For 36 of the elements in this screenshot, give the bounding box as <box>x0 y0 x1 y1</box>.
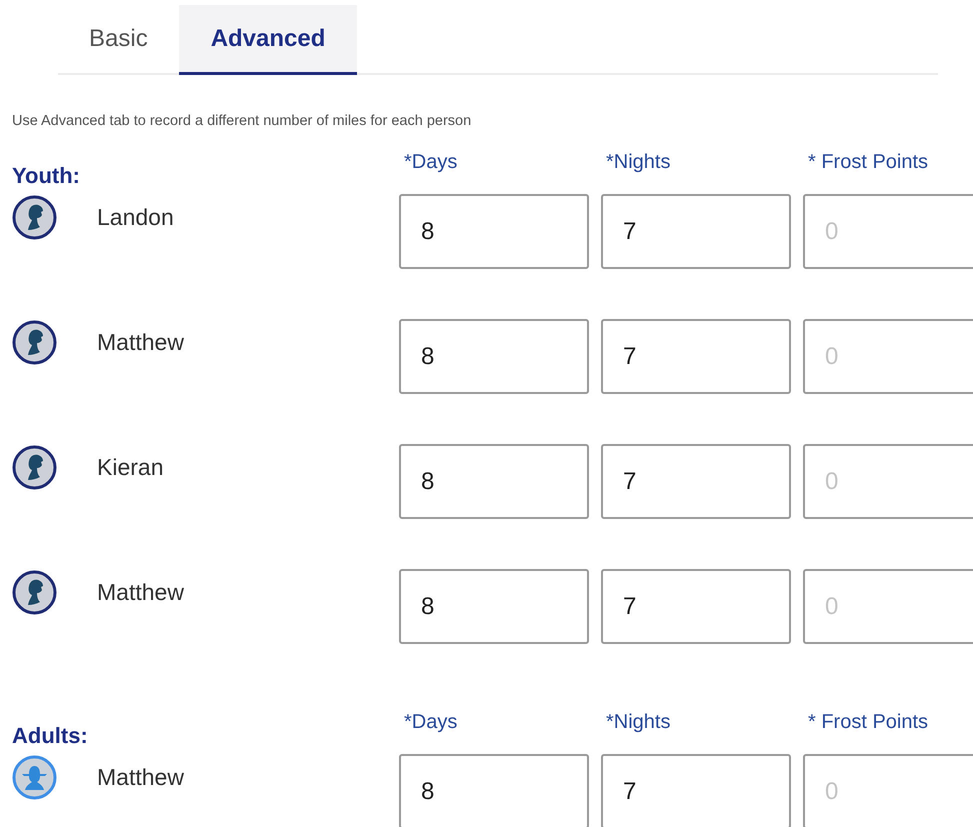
input-field[interactable]: 8 <box>399 444 589 519</box>
input-field[interactable]: 8 <box>399 194 589 269</box>
tab[interactable]: Basic <box>58 5 179 75</box>
person-name: Matthew <box>97 329 184 356</box>
input-field[interactable]: 0 <box>803 569 973 644</box>
input-field[interactable]: 7 <box>601 569 791 644</box>
input-field[interactable]: 0 <box>803 319 973 394</box>
input-field[interactable]: 7 <box>601 319 791 394</box>
column-label: * Frost Points <box>807 150 930 174</box>
column-label: *Days <box>403 710 458 734</box>
column-label: * Frost Points <box>807 710 930 734</box>
person-name: Matthew <box>97 579 184 606</box>
input-field[interactable]: 8 <box>399 319 589 394</box>
column-label: *Days <box>403 150 458 174</box>
group-heading: Youth: <box>12 163 82 189</box>
input-field[interactable]: 7 <box>601 194 791 269</box>
column-label: *Nights <box>605 150 672 174</box>
input-field[interactable]: 0 <box>803 444 973 519</box>
tab[interactable]: Advanced <box>178 5 358 75</box>
group-heading: Adults: <box>12 723 89 749</box>
input-field[interactable]: 7 <box>601 444 791 519</box>
person-name: Matthew <box>97 764 184 791</box>
person-name: Landon <box>97 204 174 231</box>
person-name: Kieran <box>97 454 164 481</box>
person-icon <box>12 195 57 240</box>
column-label: *Nights <box>605 710 672 734</box>
person-icon <box>12 445 57 490</box>
input-field[interactable]: 0 <box>803 754 973 827</box>
person-icon <box>12 755 57 800</box>
person-icon <box>12 320 57 365</box>
input-field[interactable]: 8 <box>399 754 589 827</box>
person-icon <box>12 570 57 615</box>
hint-text: Use Advanced tab to record a different number of miles for each person <box>12 113 472 129</box>
input-field[interactable]: 8 <box>399 569 589 644</box>
input-field[interactable]: 7 <box>601 754 791 827</box>
input-field[interactable]: 0 <box>803 194 973 269</box>
